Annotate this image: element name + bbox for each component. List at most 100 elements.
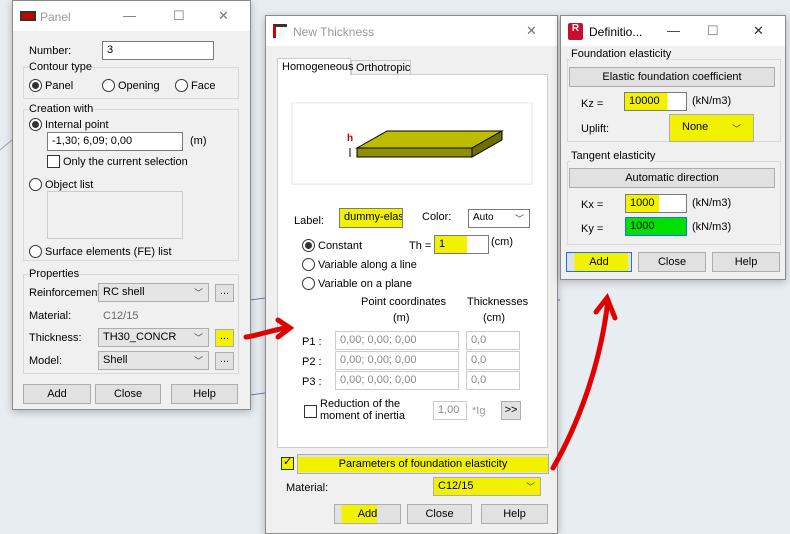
point-thick-input[interactable]: 0,0 — [466, 331, 520, 350]
foundation-checkbox[interactable]: ✓ — [281, 456, 294, 470]
number-label: Number: — [29, 45, 72, 57]
reduction-checkbox[interactable] — [304, 405, 317, 418]
model-select[interactable]: Shell ﹀ — [98, 351, 209, 370]
title-bar: Panel — ☐ ✕ — [13, 1, 250, 31]
coords-unit: (m) — [393, 312, 410, 324]
radio-surface-elements[interactable] — [29, 245, 42, 258]
close-icon[interactable]: ✕ — [753, 23, 764, 39]
object-list-input[interactable] — [47, 191, 183, 239]
panel-app-icon — [20, 11, 36, 21]
material-value: C12/15 — [438, 480, 474, 492]
reinforcement-more-button[interactable]: ... — [215, 284, 234, 302]
point-coords-input[interactable]: 0,00; 0,00; 0,00 — [335, 331, 459, 350]
tab-orthotropic[interactable]: Orthotropic — [351, 60, 411, 75]
tab-content: h Label: dummy-elas Color: Auto ﹀ Constan… — [277, 74, 548, 448]
add-button[interactable]: Add — [23, 384, 91, 404]
minimize-icon[interactable]: — — [667, 23, 680, 38]
reinforcement-select[interactable]: RC shell ﹀ — [98, 283, 209, 302]
add-button[interactable]: Add — [334, 504, 401, 524]
ky-unit: (kN/m3) — [692, 221, 732, 233]
automatic-direction-button[interactable]: Automatic direction — [569, 168, 775, 188]
maximize-icon[interactable]: ☐ — [173, 8, 185, 24]
close-button[interactable]: Close — [407, 504, 472, 524]
kx-input[interactable]: 1000 — [625, 194, 687, 213]
help-button[interactable]: Help — [171, 384, 238, 404]
coords-header: Point coordinates — [361, 296, 446, 308]
th-input[interactable]: 1 — [434, 235, 489, 254]
close-button[interactable]: Close — [638, 252, 706, 272]
chevron-down-icon: ﹀ — [193, 356, 203, 366]
radio-opening[interactable] — [102, 79, 115, 92]
close-button[interactable]: Close — [95, 384, 161, 404]
radio-face-label: Face — [191, 80, 216, 92]
help-button[interactable]: Help — [712, 252, 780, 272]
kx-unit: (kN/m3) — [692, 197, 732, 209]
title-bar: R Definitio... — ☐ ✕ — [561, 16, 785, 46]
thickness-diagram: h — [291, 102, 533, 185]
radio-panel[interactable] — [29, 79, 42, 92]
add-button[interactable]: Add — [566, 252, 632, 272]
expand-button[interactable]: >> — [501, 401, 521, 420]
material-select[interactable]: C12/15 ﹀ — [433, 477, 541, 496]
radio-variable-plane[interactable] — [302, 277, 315, 290]
elastic-coefficient-button[interactable]: Elastic foundation coefficient — [569, 67, 775, 87]
minimize-icon[interactable]: — — [123, 8, 136, 23]
thick-unit: (cm) — [483, 312, 505, 324]
kz-label: Kz = — [581, 98, 604, 110]
th-unit: (cm) — [491, 236, 513, 248]
ky-input[interactable]: 1000 — [625, 217, 687, 236]
th-label: Th = — [409, 240, 432, 252]
panel-dialog: Panel — ☐ ✕ Number: 3 Contour type Panel… — [12, 0, 251, 410]
radio-constant[interactable] — [302, 239, 315, 252]
radio-internal-point[interactable] — [29, 118, 42, 131]
reduction-input[interactable]: 1,00 — [433, 401, 467, 420]
chevron-down-icon: ﹀ — [193, 333, 203, 343]
reinforcement-value: RC shell — [103, 286, 145, 298]
uplift-select[interactable]: None ﹀ — [669, 114, 754, 142]
only-selection-checkbox[interactable] — [47, 155, 60, 168]
point-coords-input[interactable]: 0,00; 0,00; 0,00 — [335, 351, 459, 370]
foundation-elasticity-button[interactable]: Parameters of foundation elasticity — [297, 454, 549, 474]
constant-label: Constant — [318, 240, 363, 252]
close-icon[interactable]: ✕ — [526, 23, 537, 39]
tab-homogeneous[interactable]: Homogeneous — [277, 58, 354, 75]
maximize-icon[interactable]: ☐ — [707, 23, 719, 39]
number-input[interactable]: 3 — [102, 41, 214, 60]
kz-unit: (kN/m3) — [692, 95, 732, 107]
model-more-button[interactable]: ... — [215, 352, 234, 370]
foundation-group-label: Foundation elasticity — [571, 48, 672, 60]
contour-type-label: Contour type — [29, 61, 92, 73]
thickness-select[interactable]: TH30_CONCR ﹀ — [98, 328, 209, 347]
height-symbol: h — [347, 133, 354, 144]
radio-face[interactable] — [175, 79, 188, 92]
surface-elements-label: Surface elements (FE) list — [45, 246, 172, 258]
chevron-down-icon: ﹀ — [525, 482, 535, 492]
point-thick-input[interactable]: 0,0 — [466, 371, 520, 390]
point-coords-input[interactable]: 0,00; 0,00; 0,00 — [335, 371, 459, 390]
reduction-label-2: moment of inertia — [320, 410, 405, 422]
color-select[interactable]: Auto ﹀ — [468, 209, 530, 228]
uplift-value: None — [682, 121, 709, 133]
close-icon[interactable]: ✕ — [218, 8, 229, 24]
kz-input[interactable]: 10000 — [624, 92, 687, 111]
uplift-label: Uplift: — [581, 123, 610, 135]
internal-point-input[interactable]: -1,30; 6,09; 0,00 — [47, 132, 183, 151]
point-name: P2 : — [302, 356, 322, 368]
radio-object-list[interactable] — [29, 178, 42, 191]
label-input[interactable]: dummy-elas — [339, 208, 403, 228]
thickness-more-button[interactable]: ... — [215, 329, 234, 347]
help-button[interactable]: Help — [481, 504, 548, 524]
thickness-label: Thickness: — [29, 332, 82, 344]
chevron-down-icon: ﹀ — [193, 288, 203, 298]
point-unit: (m) — [190, 135, 207, 147]
radio-variable-line[interactable] — [302, 258, 315, 271]
thick-header: Thicknesses — [467, 296, 529, 308]
thickness-app-icon — [273, 24, 287, 38]
thickness-value: TH30_CONCR — [103, 331, 177, 343]
reinforcement-label: Reinforcement — [29, 287, 101, 299]
slab-illustration — [349, 130, 504, 158]
color-value: Auto — [473, 212, 494, 223]
chevron-down-icon: ﹀ — [514, 214, 524, 224]
definition-dialog: R Definitio... — ☐ ✕ Foundation elastici… — [560, 15, 786, 280]
point-thick-input[interactable]: 0,0 — [466, 351, 520, 370]
